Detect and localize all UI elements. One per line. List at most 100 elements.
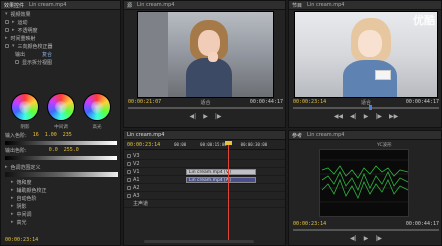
rewind-button[interactable]: ◀◀ [334,113,343,120]
source-transport: ◀| ▶ |▶ [124,111,285,121]
effect-row[interactable]: ▾ 视频效果 [1,10,120,18]
step-forward-button[interactable]: |▶ [375,113,382,120]
track-lock-icon[interactable] [127,185,131,190]
effect-row[interactable]: ▸ 运动 [1,18,120,26]
split-view-row[interactable]: 显示拆分视图 [1,58,120,66]
sub-row[interactable]: ▸ 饱和度 [1,178,120,186]
fast-forward-button[interactable]: ▶▶ [389,113,398,120]
tab-sequence[interactable]: Lin cream.mp4 [127,132,164,138]
shadows-color-wheel[interactable] [11,93,39,121]
reference-duration: 00:00:44:17 [405,221,439,227]
step-forward-button[interactable]: |▶ [375,235,382,242]
source-timecode[interactable]: 00:00:21:07 [128,99,161,106]
program-duration: 00:00:44:17 [405,99,439,105]
toggle-icon[interactable] [5,44,9,48]
person-face [358,30,382,57]
reference-timecode[interactable]: 00:00:23:14 [293,221,326,227]
timeline-scrollbar[interactable] [144,240,254,243]
tab-program[interactable]: 节目 [292,2,302,9]
timeline-playhead-handle[interactable] [225,141,232,145]
source-duration: 00:00:44:17 [249,99,283,105]
effect-controls-panel: 效果控件 Lin cream.mp4 ▾ 视频效果 ▸ 运动 ▸ 不透明度 ▸ 时间重映… [0,0,121,246]
output-row: 输出 复合 [15,51,53,58]
source-monitor: 源 Lin cream.mp4 00:00:21:07 适合 00:00:44:… [123,0,286,128]
play-button[interactable]: ▶ [203,113,208,120]
phone [375,70,391,80]
waveform-scope [319,149,410,217]
output-levels-slider[interactable] [5,156,117,160]
program-monitor: 节目 Lin cream.mp4 优酷 00:00:23:14 适合 00:00… [288,0,442,128]
sub-row[interactable]: ▸ 高光 [1,218,120,226]
timeline-timecode[interactable]: 00:00:23:14 [127,142,160,148]
video-clip[interactable]: Lin cream.mp4 [V] [186,169,256,175]
sub-row[interactable]: ▸ 辅助颜色校正 [1,186,120,194]
person-body [186,58,232,97]
reference-monitor: 参考 Lin cream.mp4 YC波形 00:00:23:14 00:00:… [288,130,442,246]
tab-reference[interactable]: 参考 [292,132,302,139]
output-select[interactable]: 复合 [42,51,52,58]
track-a3[interactable]: A3 [124,192,285,200]
expand-icon[interactable]: ▾ [5,11,8,17]
play-button[interactable]: ▶ [364,113,369,120]
step-back-button[interactable]: ◀| [190,113,197,120]
tab-reference-clip[interactable]: Lin cream.mp4 [307,132,344,138]
timeline-panel: Lin cream.mp4 00:00:23:14 00:00 00:00:15… [123,130,286,246]
tonal-range-gradient[interactable] [5,172,118,177]
source-fit-select[interactable]: 适合 [200,99,210,106]
ruler-mark: 00:00 [174,142,187,147]
step-back-button[interactable]: ◀| [350,113,357,120]
step-back-button[interactable]: ◀| [350,235,357,242]
effect-controls-tabs: 效果控件 Lin cream.mp4 [1,1,120,10]
audio-clip[interactable]: Lin cream.mp4 [A] [186,177,256,183]
ruler-mark: 00:00:15:00 [200,142,227,147]
reference-transport: ◀| ▶ |▶ [289,233,441,243]
tonal-range-row[interactable]: ▸ 色调范围定义 [1,163,120,171]
shadows-label: 阴影 [20,125,30,130]
sub-row[interactable]: ▸ 自动色阶 [1,194,120,202]
output-levels: 输出色阶: 0.0 255.0 [5,147,117,160]
play-button[interactable]: ▶ [364,235,369,242]
highlights-label: 高光 [92,125,102,130]
sub-row[interactable]: ▸ 中间调 [1,210,120,218]
program-timecode[interactable]: 00:00:23:14 [293,99,326,106]
track-a2[interactable]: A2 [124,184,285,192]
tab-source[interactable]: 源 [127,2,132,9]
background-building [138,12,168,97]
effect-row[interactable]: ▸ 时间重映射 [1,34,120,42]
highlights-color-wheel[interactable] [83,93,111,121]
input-levels-slider[interactable] [5,141,117,145]
track-lock-icon[interactable] [127,169,131,174]
program-scrub-bar[interactable] [293,105,439,110]
tab-clip-name[interactable]: Lin cream.mp4 [29,2,66,8]
ruler-mark: 00:00:30:00 [240,142,268,147]
track-v2[interactable]: V2 [124,160,285,168]
midtones-color-wheel[interactable] [47,93,75,121]
effect-controls-timecode[interactable]: 00:00:23:14 [5,237,38,243]
toggle-icon[interactable] [5,20,9,24]
waveform-trace [320,159,410,203]
source-video-frame [137,11,274,98]
source-scrub-bar[interactable] [128,107,283,109]
scope-label: YC波形 [377,143,392,148]
tab-source-clip[interactable]: Lin cream.mp4 [137,2,174,8]
sub-row[interactable]: ▸ 阴影 [1,202,120,210]
reference-scrub-bar[interactable] [293,229,439,231]
track-lock-icon[interactable] [127,161,131,166]
toggle-icon[interactable] [5,28,9,32]
track-lock-icon[interactable] [127,177,131,182]
watermark-logo: 优酷 [413,14,435,27]
input-levels: 输入色阶: 16 1.00 235 [5,132,117,145]
track-lock-icon[interactable] [127,153,131,158]
track-v3[interactable]: V3 [124,152,285,160]
tab-effect-controls[interactable]: 效果控件 [4,2,24,9]
track-lock-icon[interactable] [127,193,131,198]
effect-row[interactable]: ▸ 不透明度 [1,26,120,34]
checkbox-icon[interactable] [15,60,19,64]
timeline-playhead[interactable] [228,141,229,241]
program-playhead[interactable] [369,105,372,110]
effect-row[interactable]: ▾ 三向颜色校正器 [1,42,120,50]
track-master[interactable]: 主声道 [124,200,285,208]
tab-program-clip[interactable]: Lin cream.mp4 [307,2,344,8]
step-forward-button[interactable]: |▶ [215,113,222,120]
midtones-label: 中间调 [54,125,68,130]
